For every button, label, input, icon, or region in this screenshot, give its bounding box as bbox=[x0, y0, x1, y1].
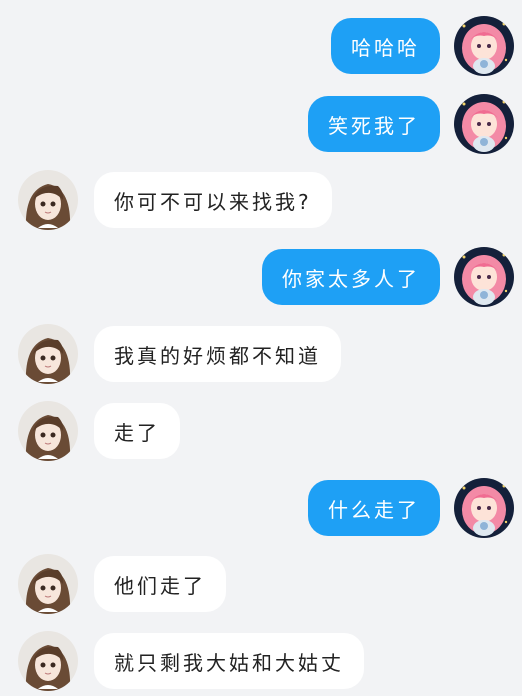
message-row-received: 他们走了 bbox=[0, 554, 522, 614]
message-bubble-received[interactable]: 他们走了 bbox=[94, 556, 226, 612]
message-bubble-sent[interactable]: 哈哈哈 bbox=[331, 18, 440, 74]
receiver-avatar-icon[interactable] bbox=[18, 170, 78, 230]
sender-avatar-icon[interactable] bbox=[454, 94, 514, 154]
message-bubble-sent[interactable]: 你家太多人了 bbox=[262, 249, 440, 305]
message-bubble-sent[interactable]: 什么走了 bbox=[308, 480, 440, 536]
message-row-sent: 什么走了 bbox=[0, 478, 522, 538]
receiver-avatar-icon[interactable] bbox=[18, 554, 78, 614]
message-bubble-received[interactable]: 走了 bbox=[94, 403, 180, 459]
receiver-avatar-icon[interactable] bbox=[18, 631, 78, 691]
receiver-avatar-icon[interactable] bbox=[18, 401, 78, 461]
message-row-received: 就只剩我大姑和大姑丈 bbox=[0, 631, 522, 691]
message-row-sent: 笑死我了 bbox=[0, 94, 522, 154]
message-bubble-sent[interactable]: 笑死我了 bbox=[308, 96, 440, 152]
message-row-received: 走了 bbox=[0, 401, 522, 461]
receiver-avatar-icon[interactable] bbox=[18, 324, 78, 384]
sender-avatar-icon[interactable] bbox=[454, 16, 514, 76]
message-row-received: 我真的好烦都不知道 bbox=[0, 324, 522, 384]
message-row-received: 你可不可以来找我? bbox=[0, 170, 522, 230]
sender-avatar-icon[interactable] bbox=[454, 247, 514, 307]
sender-avatar-icon[interactable] bbox=[454, 478, 514, 538]
message-bubble-received[interactable]: 你可不可以来找我? bbox=[94, 172, 332, 228]
message-bubble-received[interactable]: 就只剩我大姑和大姑丈 bbox=[94, 633, 364, 689]
message-bubble-received[interactable]: 我真的好烦都不知道 bbox=[94, 326, 341, 382]
chat-conversation: 哈哈哈 笑死我了 你可不可以来找我? 你家太多人了 我真的好烦都不知道 走了 什… bbox=[0, 0, 522, 696]
message-row-sent: 哈哈哈 bbox=[0, 16, 522, 76]
message-row-sent: 你家太多人了 bbox=[0, 247, 522, 307]
